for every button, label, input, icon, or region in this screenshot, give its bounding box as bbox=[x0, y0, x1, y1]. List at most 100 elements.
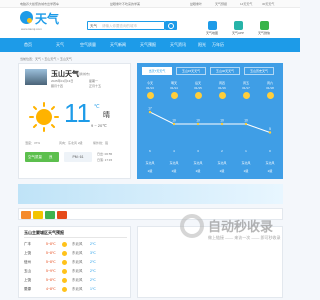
nav-item-sun[interactable]: 阳光 bbox=[198, 42, 206, 48]
aqi-label: 空气质量 bbox=[28, 155, 42, 159]
logo-text: 天气 bbox=[35, 12, 60, 26]
divider bbox=[24, 237, 127, 238]
forecast-low: 4 bbox=[173, 149, 175, 153]
watermark-subtitle: 做上链接 —— 来访一次 —— 即可秒收录 bbox=[208, 235, 281, 240]
row-city[interactable]: 婺源 bbox=[24, 287, 31, 292]
forecast-low: 1 bbox=[245, 149, 247, 153]
topbar-link-1[interactable]: 益眼重叶 bbox=[190, 2, 202, 6]
row-city[interactable]: 玉山 bbox=[24, 269, 31, 274]
row-sun-icon bbox=[62, 260, 67, 265]
tab-7-day[interactable]: 当天7天天气 bbox=[142, 67, 172, 75]
search-input[interactable]: 天气 请输入你要查询的城市 bbox=[87, 21, 165, 30]
banner-ad[interactable] bbox=[18, 184, 283, 204]
row-sun-icon bbox=[62, 242, 67, 247]
current-temperature: 11 bbox=[64, 98, 91, 128]
table-row[interactable]: 玉山 5~9℃ 东北风 2℃ bbox=[24, 268, 127, 277]
header-icon-wechat[interactable]: 天气微信 bbox=[252, 21, 276, 35]
logo-sun-icon bbox=[27, 18, 32, 23]
search-placeholder: 请输入你要查询的城市 bbox=[102, 24, 137, 28]
current-condition: 晴 bbox=[103, 112, 110, 119]
row-sun-icon bbox=[62, 278, 67, 283]
header-icon-map[interactable]: 天气地图 bbox=[200, 21, 224, 35]
row-city[interactable]: 广丰 bbox=[24, 242, 31, 247]
watermark-ring-icon bbox=[180, 214, 204, 238]
nav-item-news[interactable]: 天气新闻 bbox=[110, 42, 126, 48]
row-low: 2℃ bbox=[90, 269, 96, 273]
row-high: 5~8℃ bbox=[46, 260, 56, 264]
forecast-date: 01/17 bbox=[242, 86, 250, 90]
forecast-wind-level: 2级 bbox=[195, 169, 201, 173]
topbar-mid-text: 益眼重叶不吃来的学美 bbox=[110, 2, 141, 6]
wechat-icon bbox=[259, 21, 269, 30]
logo-url: www.tianqi.com bbox=[21, 27, 42, 31]
switch-city-link[interactable]: [切换城市] bbox=[76, 72, 90, 76]
lunar-extra: 正月十五 bbox=[89, 84, 102, 88]
top-bar: 电脑养大蚁聚的城市出学赛车 益眼重叶不吃来的学美 益眼重叶 天气预报 14天天气… bbox=[0, 0, 300, 8]
search-button[interactable] bbox=[165, 21, 177, 30]
row-high: 5~8℃ bbox=[46, 278, 56, 282]
nav-item-home[interactable]: 首页 bbox=[24, 42, 32, 48]
forecast-wind: 东北风 bbox=[241, 161, 251, 165]
forecast-day-name: 明天 bbox=[170, 81, 177, 85]
nav-item-calendar[interactable]: 万年历 bbox=[212, 42, 224, 48]
table-row[interactable]: 信州 5~8℃ 东北风 2℃ bbox=[24, 259, 127, 268]
sunset-time: 日落: 17:15 bbox=[97, 158, 113, 162]
aqi-value: 良 bbox=[49, 155, 53, 159]
search-city-select[interactable]: 天气 bbox=[90, 24, 97, 29]
city-name: 玉山天气 bbox=[51, 71, 79, 78]
main-nav: 首页 天气 空气质量 天气新闻 天气预报 天气资讯 阳光 万年历 bbox=[0, 38, 300, 52]
row-high: 5~9℃ bbox=[46, 269, 56, 273]
tab-history[interactable]: 玉山历史天气 bbox=[244, 67, 274, 75]
row-city[interactable]: 上饶 bbox=[24, 278, 31, 283]
forecast-day[interactable]: 周四 01/16 2 东北风 2级 bbox=[210, 79, 234, 179]
nav-item-forecast[interactable]: 天气预报 bbox=[140, 42, 156, 48]
row-wind: 东北风 bbox=[72, 242, 83, 246]
forecast-low: 2 bbox=[221, 149, 223, 153]
forecast-tabs: 当天7天天气 玉山15天天气 玉山40天天气 玉山历史天气 bbox=[137, 63, 283, 79]
uv-index: 紫外线：强 bbox=[93, 141, 109, 145]
topbar-link-3[interactable]: 14天天气 bbox=[240, 2, 252, 6]
row-high: 5~8℃ bbox=[46, 242, 56, 246]
row-sun-icon bbox=[62, 269, 67, 274]
header: 天气 www.tianqi.com 天气 请输入你要查询的城市 天气地图 天气A… bbox=[0, 8, 300, 38]
forecast-day[interactable]: 今天 01/13 6 东北风 2级 bbox=[138, 79, 162, 179]
forecast-wind: 东北风 bbox=[145, 161, 155, 165]
forecast-date: 01/18 bbox=[266, 86, 274, 90]
forecast-day[interactable]: 明天 01/14 4 东北风 2级 bbox=[162, 79, 186, 179]
air-quality-badge[interactable]: 空气质量 良 bbox=[25, 152, 59, 162]
table-row[interactable]: 广丰 5~8℃ 东北风 2℃ bbox=[24, 241, 127, 250]
pm-badge: PM: 61 bbox=[64, 152, 92, 162]
app-icon bbox=[233, 21, 243, 30]
nav-item-weather[interactable]: 天气 bbox=[56, 42, 64, 48]
sun-icon bbox=[29, 102, 59, 132]
watermark: 自动秒收录 做上链接 —— 来访一次 —— 即可秒收录 bbox=[180, 214, 290, 250]
tab-15-day[interactable]: 玉山15天天气 bbox=[176, 67, 206, 75]
forecast-day[interactable]: 周五 01/17 1 东北风 2级 bbox=[234, 79, 258, 179]
tab-40-day[interactable]: 玉山40天天气 bbox=[210, 67, 240, 75]
forecast-wind-level: 2级 bbox=[267, 169, 273, 173]
topbar-left-text: 电脑养大蚁聚的城市出学赛车 bbox=[20, 2, 60, 6]
table-row[interactable]: 上饶 5~8℃ 东北风 2℃ bbox=[24, 277, 127, 286]
table-row[interactable]: 上饶 5~8℃ 东北风 3℃ bbox=[24, 250, 127, 259]
nav-item-air[interactable]: 空气质量 bbox=[80, 42, 96, 48]
row-low: 2℃ bbox=[90, 278, 96, 282]
forecast-low: 0 bbox=[269, 149, 271, 153]
forecast-day-name: 今天 bbox=[146, 81, 153, 85]
topbar-link-2[interactable]: 天气预报 bbox=[215, 2, 227, 6]
ad-pill bbox=[21, 211, 31, 219]
forecast-wind-level: 2级 bbox=[219, 169, 225, 173]
current-weather-card: 玉山天气 [切换城市] 2025年01月13日 星期一 腊月十四 正月十五 11… bbox=[18, 63, 131, 179]
nav-item-info[interactable]: 天气资讯 bbox=[170, 42, 186, 48]
site-logo[interactable]: 天气 www.tianqi.com bbox=[20, 11, 80, 37]
forecast-wind: 东北风 bbox=[265, 161, 275, 165]
table-row[interactable]: 婺源 4~8℃ 东北风 1℃ bbox=[24, 286, 127, 295]
forecast-day[interactable]: 后天 01/15 3 东北风 2级 bbox=[186, 79, 210, 179]
row-city[interactable]: 信州 bbox=[24, 260, 31, 265]
header-icon-app[interactable]: 天气APP bbox=[226, 21, 250, 35]
table-title: 玉山主要城区天气预报 bbox=[24, 230, 64, 235]
topbar-link-4[interactable]: 30天天气 bbox=[262, 2, 274, 6]
row-low: 2℃ bbox=[90, 260, 96, 264]
forecast-day[interactable]: 周六 01/18 0 东北风 2级 bbox=[258, 79, 282, 179]
watermark-title: 自动秒收录 bbox=[208, 219, 274, 234]
row-city[interactable]: 上饶 bbox=[24, 251, 31, 256]
